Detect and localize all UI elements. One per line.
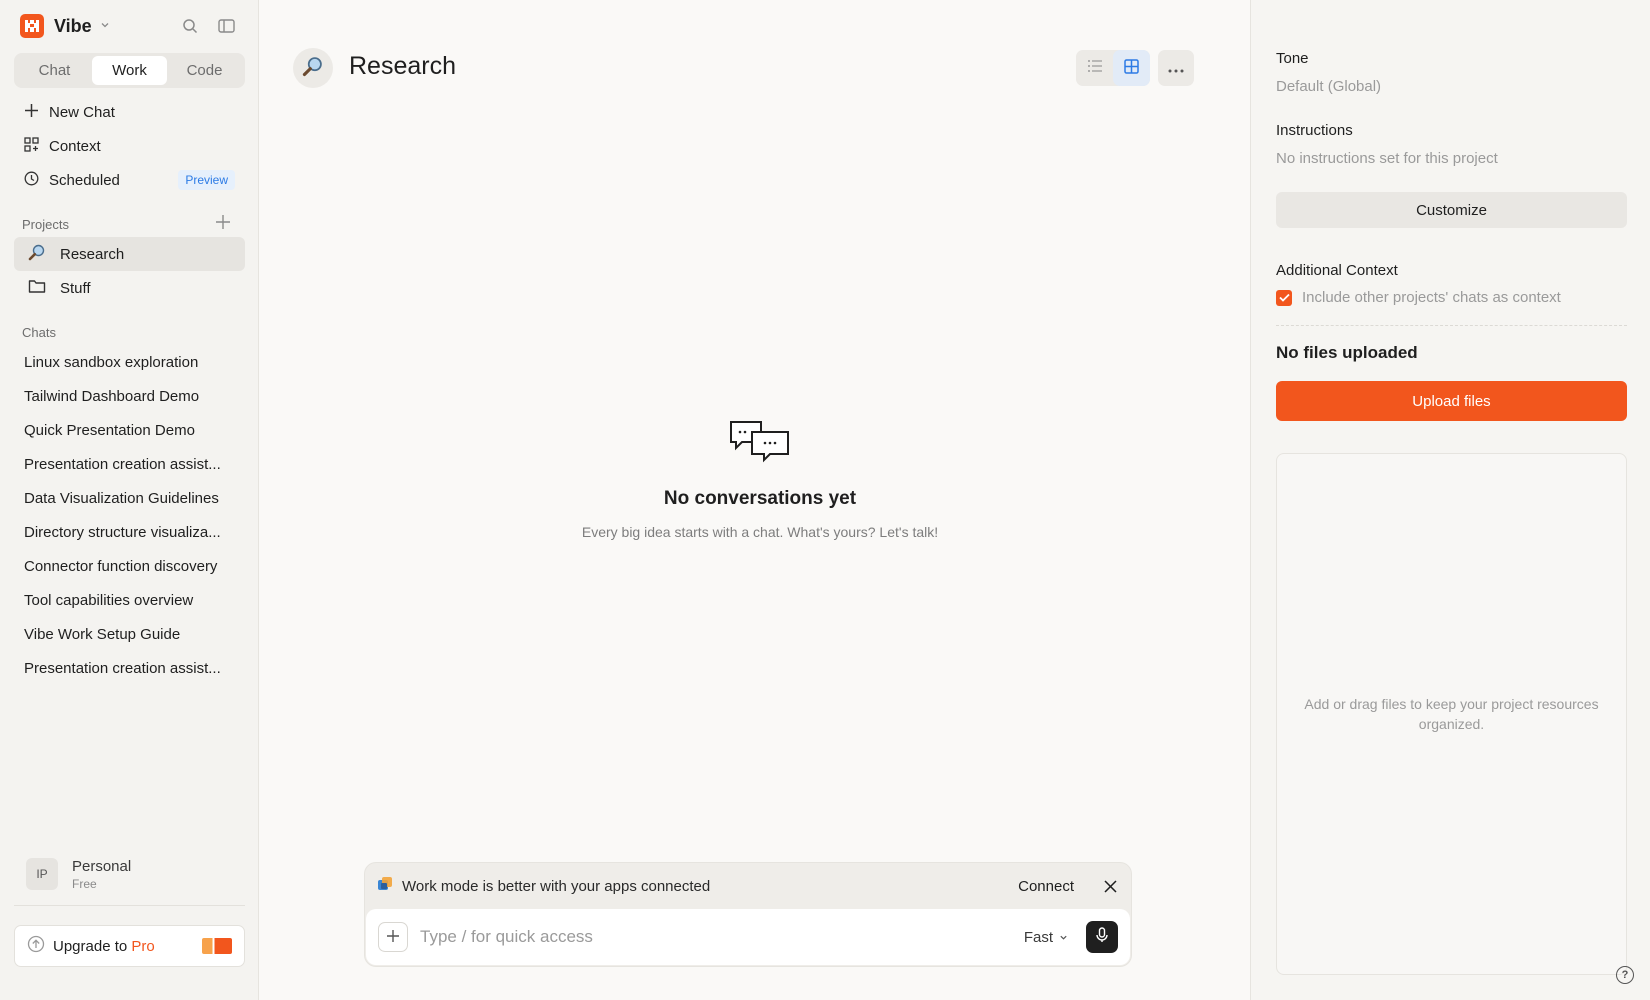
project-settings-panel: Tone Default (Global) Instructions No in…: [1250, 0, 1650, 1000]
empty-state-subtitle: Every big idea starts with a chat. What'…: [581, 524, 939, 540]
divider: [1276, 325, 1627, 326]
chat-bubbles-icon: [260, 420, 1260, 466]
page-title: Research: [349, 52, 456, 80]
instructions-value: No instructions set for this project: [1276, 150, 1498, 167]
pro-stripes-icon: [202, 938, 232, 954]
project-avatar: [293, 48, 333, 88]
sidebar-toggle-icon[interactable]: [216, 16, 236, 36]
primary-nav: New Chat Context Scheduled Preview: [14, 95, 245, 197]
plus-icon: [24, 103, 39, 122]
file-dropzone[interactable]: Add or drag files to keep your project r…: [1276, 453, 1627, 975]
workspace-switcher[interactable]: Vibe: [20, 14, 110, 38]
customize-button[interactable]: Customize: [1276, 192, 1627, 228]
view-toggle: [1076, 50, 1150, 86]
list-item[interactable]: Directory structure visualiza...: [14, 515, 245, 549]
list-view-button[interactable]: [1076, 50, 1113, 86]
attach-button[interactable]: [378, 922, 408, 952]
ellipsis-icon: [1168, 60, 1184, 77]
project-label: Stuff: [60, 279, 91, 297]
preview-badge: Preview: [178, 170, 235, 190]
include-context-checkbox[interactable]: [1276, 289, 1292, 306]
list-item[interactable]: Data Visualization Guidelines: [14, 481, 245, 515]
mode-tab-code[interactable]: Code: [167, 56, 242, 85]
new-chat-button[interactable]: New Chat: [14, 95, 245, 129]
instructions-label: Instructions: [1276, 122, 1353, 139]
grid-icon: [1124, 58, 1139, 78]
avatar: IP: [26, 858, 58, 890]
app-name: Vibe: [54, 15, 92, 36]
scheduled-nav-item[interactable]: Scheduled Preview: [14, 163, 245, 197]
project-label: Research: [60, 245, 125, 263]
chats-heading: Chats: [22, 325, 56, 340]
clock-icon: [24, 171, 39, 190]
chat-input-container: Fast: [366, 909, 1130, 965]
chats-list: Linux sandbox exploration Tailwind Dashb…: [14, 345, 245, 685]
tone-value: Default (Global): [1276, 78, 1382, 95]
sidebar: Vibe Chat Work Code New Chat Context Sch…: [0, 0, 259, 1000]
folder-icon: [28, 278, 46, 298]
context-label: Context: [49, 137, 101, 155]
account-switcher[interactable]: IP Personal Free: [14, 850, 245, 898]
more-options-button[interactable]: [1158, 50, 1194, 86]
magnifier-icon: [28, 243, 46, 265]
list-item[interactable]: Vibe Work Setup Guide: [14, 617, 245, 651]
close-icon[interactable]: [1101, 877, 1119, 895]
include-context-option[interactable]: Include other projects' chats as context: [1276, 289, 1561, 306]
chat-input[interactable]: [420, 927, 1024, 947]
empty-state: No conversations yet Every big idea star…: [260, 420, 1260, 540]
scheduled-label: Scheduled: [49, 171, 120, 189]
list-item[interactable]: Presentation creation assist...: [14, 651, 245, 685]
connect-button[interactable]: Connect: [1018, 878, 1074, 895]
upload-files-button[interactable]: Upload files: [1276, 381, 1627, 421]
additional-context-label: Additional Context: [1276, 262, 1398, 279]
list-item[interactable]: Tailwind Dashboard Demo: [14, 379, 245, 413]
banner-text: Work mode is better with your apps conne…: [402, 877, 711, 895]
connect-apps-banner: Work mode is better with your apps conne…: [365, 863, 1131, 909]
account-plan: Free: [72, 876, 97, 891]
help-icon[interactable]: ?: [1616, 966, 1634, 984]
include-context-label: Include other projects' chats as context: [1302, 289, 1561, 306]
files-heading: No files uploaded: [1276, 343, 1418, 362]
chevron-down-icon: [1059, 929, 1068, 946]
model-label: Fast: [1023, 928, 1053, 946]
plus-icon: [386, 926, 400, 949]
chevron-down-icon: [100, 20, 110, 33]
project-item-research[interactable]: Research: [14, 237, 245, 271]
apps-icon: [377, 876, 393, 896]
model-selector[interactable]: Fast: [1024, 929, 1068, 946]
list-item[interactable]: Tool capabilities overview: [14, 583, 245, 617]
list-item[interactable]: Connector function discovery: [14, 549, 245, 583]
projects-list: Research Stuff: [14, 237, 245, 305]
grid-icon: [24, 136, 39, 156]
list-icon: [1087, 59, 1103, 77]
chat-composer: Work mode is better with your apps conne…: [364, 862, 1132, 967]
mode-switcher: Chat Work Code: [14, 53, 245, 88]
divider: [14, 905, 245, 906]
list-item[interactable]: Linux sandbox exploration: [14, 345, 245, 379]
mode-tab-work[interactable]: Work: [92, 56, 167, 85]
empty-state-title: No conversations yet: [663, 488, 857, 509]
upgrade-pro-label: Pro: [131, 937, 155, 955]
voice-input-button[interactable]: [1086, 921, 1118, 953]
mode-tab-chat[interactable]: Chat: [17, 56, 92, 85]
add-project-icon[interactable]: [216, 214, 230, 232]
main-content: Research No conversations yet Every big …: [260, 0, 1250, 1000]
context-nav-item[interactable]: Context: [14, 129, 245, 163]
tone-label: Tone: [1276, 50, 1309, 67]
microphone-icon: [1095, 927, 1109, 947]
list-item[interactable]: Quick Presentation Demo: [14, 413, 245, 447]
upgrade-label: Upgrade to: [53, 937, 132, 955]
vibe-logo-icon: [20, 14, 44, 38]
account-name: Personal: [72, 857, 132, 875]
project-item-stuff[interactable]: Stuff: [14, 271, 245, 305]
upgrade-button[interactable]: Upgrade to Pro: [14, 925, 245, 967]
magnifier-icon: [302, 55, 324, 81]
arrow-up-circle-icon: [27, 935, 45, 957]
list-item[interactable]: Presentation creation assist...: [14, 447, 245, 481]
search-icon[interactable]: [180, 16, 200, 36]
new-chat-label: New Chat: [49, 103, 115, 121]
grid-view-button[interactable]: [1113, 50, 1150, 86]
dropzone-text: Add or drag files to keep your project r…: [1304, 696, 1599, 732]
projects-heading: Projects: [22, 217, 69, 232]
